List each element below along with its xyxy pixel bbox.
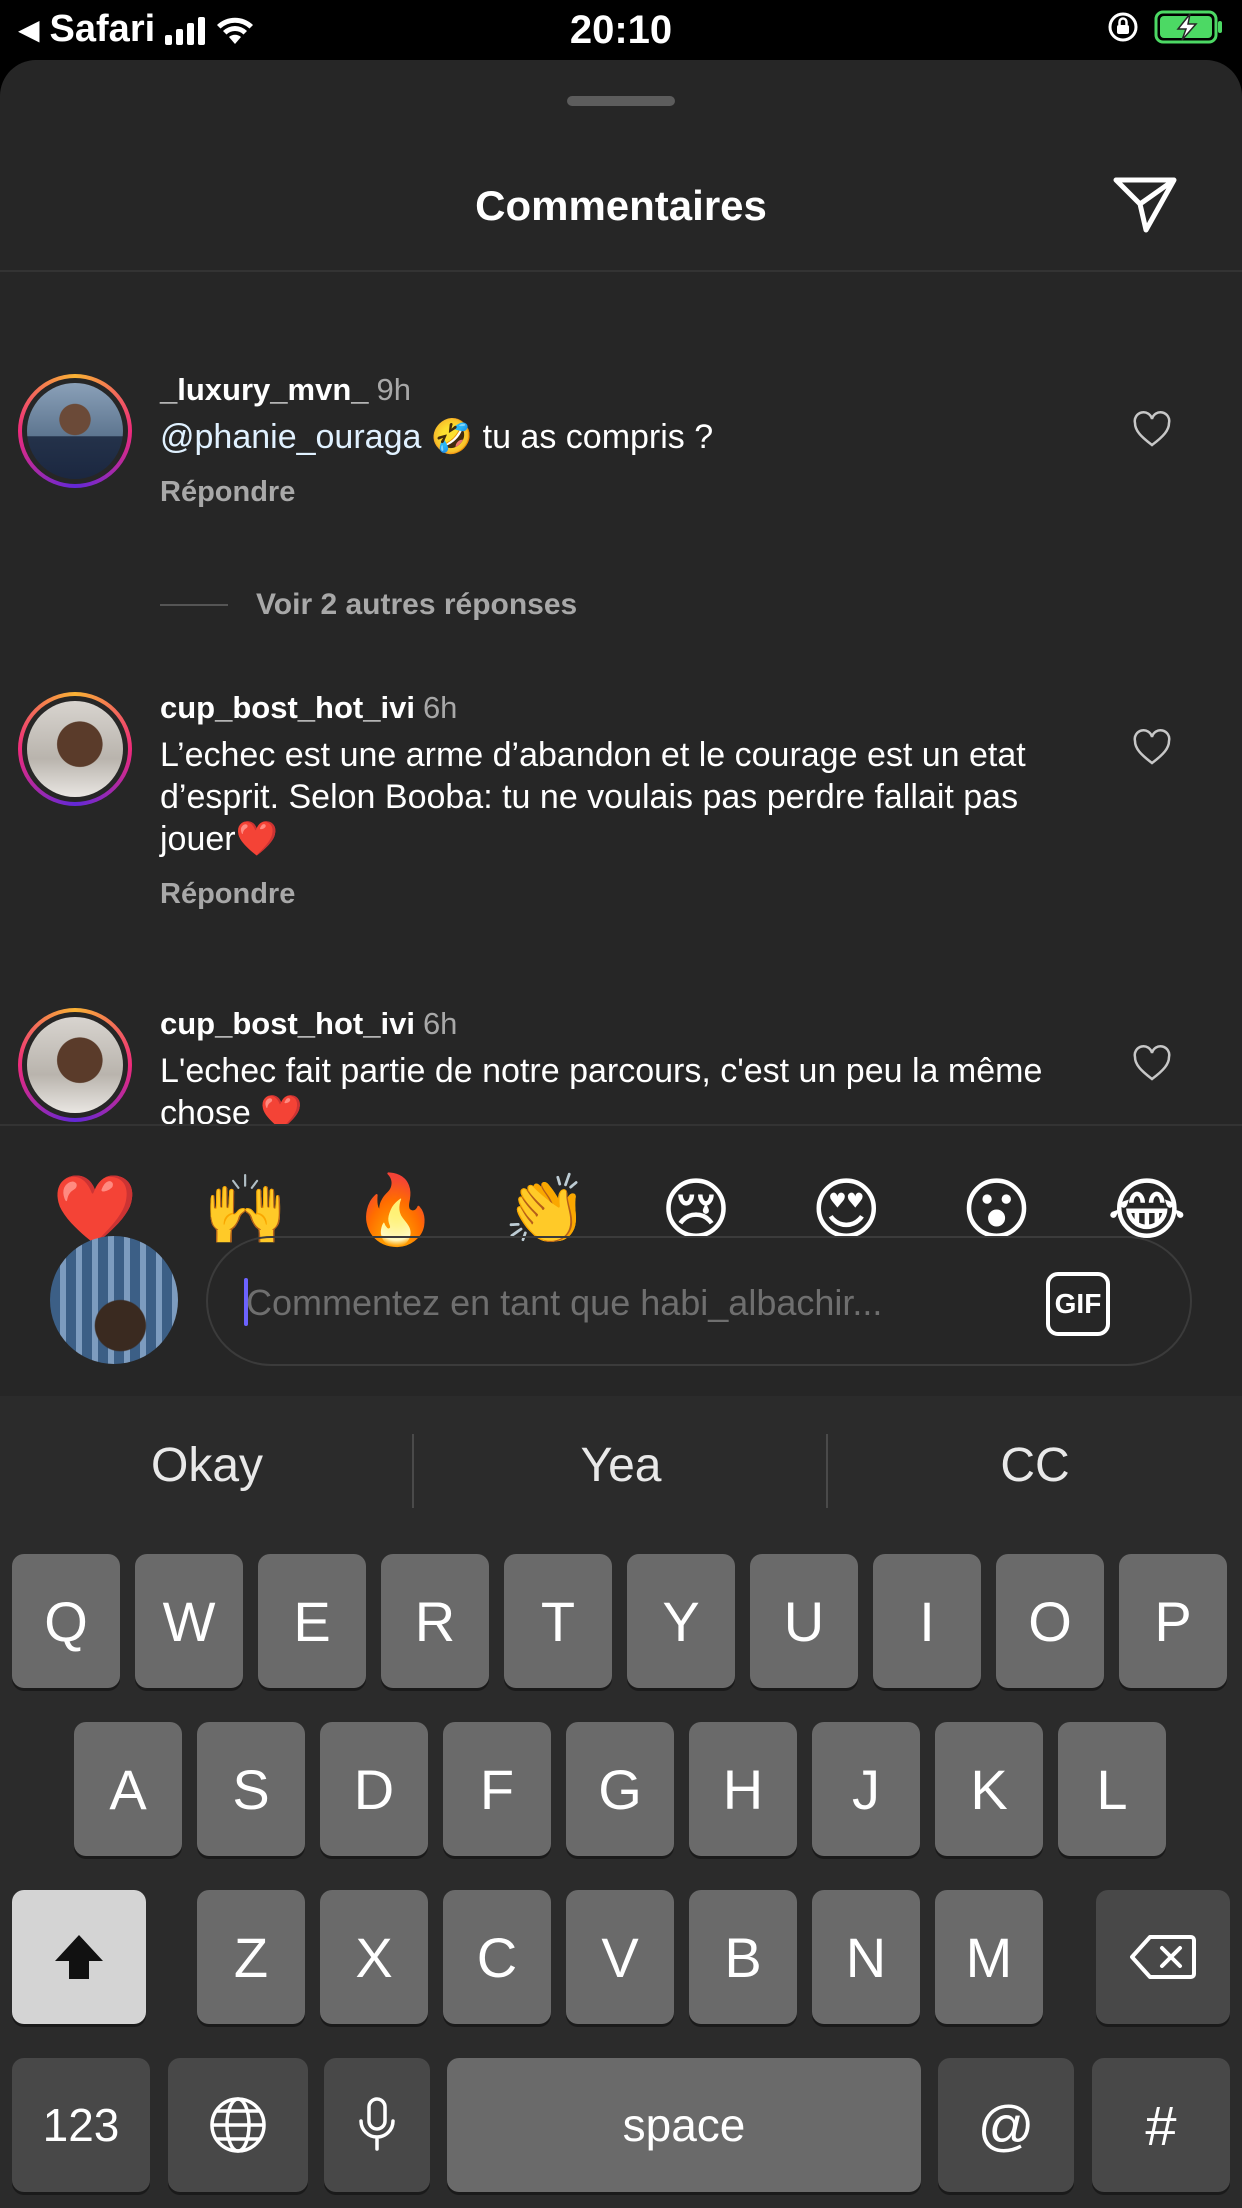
key-w[interactable]: W (135, 1554, 243, 1688)
reply-button[interactable]: Répondre (160, 878, 1060, 911)
at-key[interactable]: @ (938, 2058, 1074, 2192)
key-i[interactable]: I (873, 1554, 981, 1688)
rotation-lock-icon (1108, 12, 1138, 42)
comment-username[interactable]: cup_bost_hot_ivi (160, 1006, 415, 1041)
comment-username[interactable]: cup_bost_hot_ivi (160, 690, 415, 725)
comment-text: L’echec est une arme d’abandon et le cou… (160, 736, 1026, 858)
delete-icon (1130, 1935, 1196, 1979)
key-a[interactable]: A (74, 1722, 182, 1856)
sheet-title: Commentaires (475, 182, 767, 229)
space-key[interactable]: space (447, 2058, 921, 2192)
key-j[interactable]: J (812, 1722, 920, 1856)
delete-key[interactable] (1096, 1890, 1230, 2024)
avatar[interactable] (18, 374, 132, 488)
key-z[interactable]: Z (197, 1890, 305, 2024)
key-r[interactable]: R (381, 1554, 489, 1688)
key-l[interactable]: L (1058, 1722, 1166, 1856)
predictive-bar: Okay Yea CC (0, 1396, 1242, 1546)
status-bar: ◀ Safari 20:10 (0, 0, 1242, 60)
view-more-replies[interactable]: Voir 2 autres réponses (160, 588, 577, 622)
avatar (50, 1236, 178, 1364)
comment-time: 6h (422, 690, 458, 725)
globe-key[interactable] (168, 2058, 308, 2192)
key-e[interactable]: E (258, 1554, 366, 1688)
clock: 20:10 (569, 8, 673, 52)
numbers-key[interactable]: 123 (12, 2058, 150, 2192)
comment-composer: Commentez en tant que habi_albachir... G… (0, 1236, 1242, 1396)
gif-button[interactable]: GIF (1046, 1272, 1110, 1336)
battery-charging-icon (1154, 10, 1222, 44)
comment-input[interactable]: Commentez en tant que habi_albachir... G… (206, 1236, 1192, 1366)
reply-button[interactable]: Répondre (160, 476, 1060, 509)
replies-line (160, 604, 228, 606)
key-f[interactable]: F (443, 1722, 551, 1856)
keyboard: Okay Yea CC Q W E R T Y U I O P A S D F … (0, 1396, 1242, 2208)
heart-outline-icon[interactable] (1132, 728, 1172, 768)
key-y[interactable]: Y (627, 1554, 735, 1688)
key-n[interactable]: N (812, 1890, 920, 2024)
dictation-key[interactable] (324, 2058, 430, 2192)
key-b[interactable]: B (689, 1890, 797, 2024)
key-t[interactable]: T (504, 1554, 612, 1688)
comment-time: 6h (422, 1006, 458, 1041)
paper-plane-icon[interactable] (1110, 172, 1180, 236)
microphone-icon (359, 2097, 395, 2151)
key-d[interactable]: D (320, 1722, 428, 1856)
key-u[interactable]: U (750, 1554, 858, 1688)
suggestion-1[interactable]: Okay (0, 1438, 414, 1493)
key-g[interactable]: G (566, 1722, 674, 1856)
key-h[interactable]: H (689, 1722, 797, 1856)
comment-username[interactable]: _luxury_mvn_ (160, 372, 369, 407)
shift-icon (55, 1935, 103, 1979)
key-x[interactable]: X (320, 1890, 428, 2024)
comment-mention[interactable]: @phanie_ouraga (160, 418, 421, 456)
key-o[interactable]: O (996, 1554, 1104, 1688)
avatar[interactable] (18, 692, 132, 806)
comment-text-body: 🤣 tu as compris ? (421, 418, 714, 456)
comment-input-placeholder: Commentez en tant que habi_albachir... (246, 1282, 883, 1323)
comment-text: L'echec fait partie de notre parcours, c… (160, 1052, 1043, 1124)
comments-sheet: Commentaires _luxury_mvn_ 9h @phanie_oura… (0, 60, 1242, 1396)
heart-outline-icon[interactable] (1132, 410, 1172, 450)
view-more-replies-label: Voir 2 autres réponses (256, 588, 578, 621)
key-p[interactable]: P (1119, 1554, 1227, 1688)
key-m[interactable]: M (935, 1890, 1043, 2024)
key-q[interactable]: Q (12, 1554, 120, 1688)
hash-key[interactable]: # (1092, 2058, 1230, 2192)
shift-key[interactable] (12, 1890, 146, 2024)
sheet-grabber[interactable] (567, 96, 675, 106)
comment-time: 9h (376, 372, 411, 407)
key-v[interactable]: V (566, 1890, 674, 2024)
globe-icon (210, 2097, 266, 2153)
comment-text: @phanie_ouraga 🤣 tu as compris ? (160, 416, 1060, 458)
key-c[interactable]: C (443, 1890, 551, 2024)
heart-outline-icon[interactable] (1132, 1044, 1172, 1084)
suggestion-2[interactable]: Yea (414, 1438, 828, 1493)
avatar[interactable] (18, 1008, 132, 1122)
comments-list[interactable]: _luxury_mvn_ 9h @phanie_ouraga 🤣 tu as co… (0, 272, 1242, 1124)
divider (0, 1124, 1242, 1126)
key-s[interactable]: S (197, 1722, 305, 1856)
key-k[interactable]: K (935, 1722, 1043, 1856)
suggestion-3[interactable]: CC (828, 1438, 1242, 1493)
